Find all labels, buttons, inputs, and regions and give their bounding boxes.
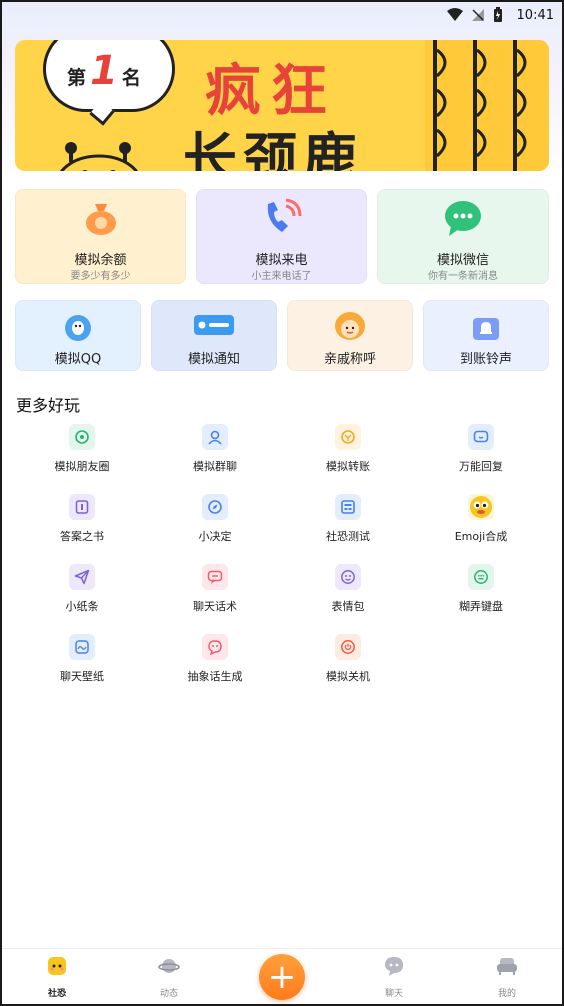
nav-chat-label: 聊天 [384,989,403,999]
paper-plane-icon [69,564,95,590]
tool-answer-book[interactable]: 答案之书 [22,494,142,544]
chat-script-icon [202,564,228,590]
tool-social-test[interactable]: 社恐测试 [288,494,408,544]
banner-rank: 第 1 名 [67,48,141,94]
keyboard-icon [468,564,494,590]
money-bag-icon [85,204,116,235]
promo-banner[interactable]: 第 1 名 疯狂 长颈鹿 [15,40,549,171]
card-wechat-subtitle: 你有一条新消息 [428,271,498,282]
chat-bubble-icon [385,957,403,976]
nav-feed[interactable]: 动态 [139,955,199,999]
no-signal-icon [471,8,485,22]
card-call-subtitle: 小主来电话了 [251,271,312,282]
reply-icon [468,424,494,450]
card-ringtone[interactable]: 到账铃声 [423,300,549,371]
nav-profile[interactable]: 我的 [477,955,537,999]
rank-prefix: 第 [67,67,87,89]
card-notification[interactable]: 模拟通知 [151,300,277,371]
tool-reply[interactable]: 万能回复 [421,424,541,474]
compass-icon [202,494,228,520]
card-balance[interactable]: 模拟余额 要多少有多少 [15,189,186,284]
tool-label: 聊天壁纸 [60,670,104,683]
nav-social[interactable]: 社恐 [27,955,87,999]
tool-label: 小决定 [198,530,232,543]
tool-label: 模拟转账 [326,460,370,473]
test-icon [335,494,361,520]
relative-avatar-icon [335,312,365,340]
add-button[interactable]: + [259,954,305,1000]
abstract-talk-icon [202,634,228,660]
phone-call-icon [267,198,301,232]
nav-social-label: 社恐 [47,989,66,999]
wifi-icon [446,8,463,22]
tool-decision[interactable]: 小决定 [155,494,275,544]
tool-label: Emoji合成 [454,530,508,543]
card-relatives[interactable]: 亲戚称呼 [287,300,413,371]
card-relatives-title: 亲戚称呼 [323,352,376,367]
tool-chat-wallpaper[interactable]: 聊天壁纸 [22,634,142,684]
nav-chat[interactable]: 聊天 [364,955,424,999]
battery-icon [493,7,503,23]
social-face-icon [48,957,66,975]
card-balance-title: 模拟余额 [74,253,127,268]
planet-icon [158,959,180,973]
group-chat-icon [202,424,228,450]
sofa-icon [497,958,517,975]
card-qq[interactable]: 模拟QQ [15,300,141,371]
tool-group-chat[interactable]: 模拟群聊 [155,424,275,474]
section-title: 更多好玩 [16,396,81,415]
tool-label: 聊天话术 [193,600,237,613]
tool-label: 模拟关机 [326,670,370,683]
tool-transfer[interactable]: 模拟转账 [288,424,408,474]
card-call[interactable]: 模拟来电 小主来电话了 [196,189,367,284]
tool-emoji-mix[interactable]: Emoji合成 [421,494,541,544]
tool-abstract-talk[interactable]: 抽象话生成 [155,634,275,684]
transfer-icon [335,424,361,450]
bell-icon [473,318,499,340]
status-time: 10:41 [516,7,554,23]
emoji-icon [468,494,494,520]
card-notification-title: 模拟通知 [187,352,240,367]
tool-label: 模拟群聊 [193,460,237,473]
tool-label: 万能回复 [459,460,503,473]
wallpaper-icon [69,634,95,660]
tool-label: 表情包 [331,600,365,613]
card-call-title: 模拟来电 [255,253,308,268]
qq-icon [65,315,91,341]
tool-note[interactable]: 小纸条 [22,564,142,614]
tool-label: 答案之书 [60,530,104,543]
tool-label: 抽象话生成 [187,670,243,683]
tool-moments[interactable]: 模拟朋友圈 [22,424,142,474]
giraffe-icon [59,142,139,171]
power-icon [335,634,361,660]
tool-label: 社恐测试 [326,530,370,543]
notification-icon [194,315,234,335]
sticker-icon [335,564,361,590]
card-wechat[interactable]: 模拟微信 你有一条新消息 [377,189,549,284]
rank-number: 1 [90,48,118,94]
giraffe-pattern [425,40,549,171]
rank-suffix: 名 [121,67,141,89]
moments-icon [69,424,95,450]
tool-fake-keyboard[interactable]: 糊弄键盘 [421,564,541,614]
tool-label: 模拟朋友圈 [54,460,110,473]
nav-profile-label: 我的 [497,989,516,999]
book-icon [69,494,95,520]
nav-feed-label: 动态 [159,989,178,999]
card-ringtone-title: 到账铃声 [459,352,512,367]
card-balance-subtitle: 要多少有多少 [70,271,131,282]
banner-title-line2: 长颈鹿 [183,127,363,171]
card-qq-title: 模拟QQ [54,352,102,367]
card-wechat-title: 模拟微信 [436,253,489,268]
status-bar: 10:41 [0,0,564,30]
tool-label: 小纸条 [65,600,99,613]
tool-stickers[interactable]: 表情包 [288,564,408,614]
tool-chat-script[interactable]: 聊天话术 [155,564,275,614]
tool-fake-shutdown[interactable]: 模拟关机 [288,634,408,684]
wechat-icon [445,201,481,236]
tool-label: 糊弄键盘 [459,600,503,613]
